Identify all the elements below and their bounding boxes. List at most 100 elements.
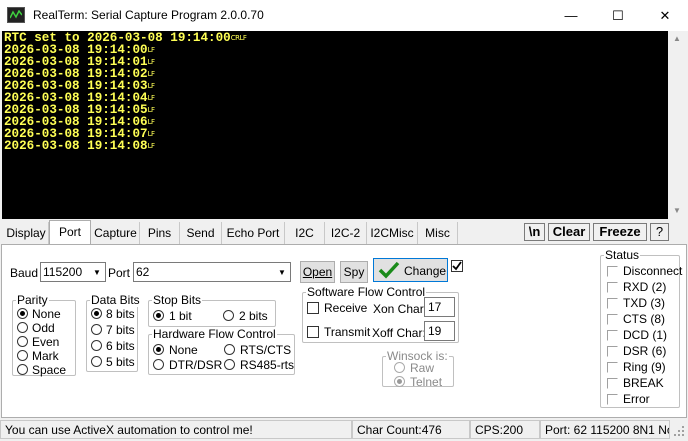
control-char-marker: LF (147, 118, 155, 126)
stop-bits-group: Stop Bits 1 bit 2 bits (148, 293, 276, 327)
tab-port[interactable]: Port (49, 220, 91, 244)
data-bits-5-label: 5 bits (106, 355, 135, 369)
port-value: 62 (136, 265, 150, 279)
winsock-telnet-radio[interactable] (394, 376, 405, 387)
parity-mark-radio[interactable] (17, 350, 28, 361)
winsock-group: Winsock is: Raw Telnet (382, 349, 454, 389)
stop-bits-2-radio[interactable] (223, 310, 234, 321)
tab-i2c-2[interactable]: I2C-2 (325, 222, 367, 244)
stop-bits-1-label: 1 bit (169, 309, 192, 323)
status-dcd-led (607, 330, 618, 341)
chevron-down-icon[interactable]: ▼ (274, 263, 290, 281)
status-message: You can use ActiveX automation to contro… (0, 420, 352, 439)
maximize-button[interactable]: ☐ (595, 0, 641, 31)
status-break-led (607, 378, 618, 389)
parity-none-radio[interactable] (17, 308, 28, 319)
receive-label: Receive (324, 301, 368, 315)
hwflow-rtscts-radio[interactable] (224, 344, 235, 355)
close-button[interactable]: ✕ (642, 0, 688, 31)
xon-char-label: Xon Char: (373, 302, 428, 316)
freeze-button[interactable]: Freeze (593, 223, 647, 241)
xon-char-input[interactable]: 17 (424, 297, 455, 317)
receive-checkbox[interactable] (307, 302, 319, 314)
hwflow-dtrdsr-radio[interactable] (153, 359, 164, 370)
data-bits-title: Data Bits (90, 293, 141, 307)
data-bits-5-radio[interactable] (91, 356, 102, 367)
parity-space-radio[interactable] (17, 364, 28, 375)
open-button[interactable]: Open (300, 261, 335, 283)
hwflow-rs485-label: RS485-rts (240, 358, 295, 372)
tab-display[interactable]: Display (4, 222, 49, 244)
tab-capture[interactable]: Capture (92, 222, 140, 244)
port-label: Port (108, 266, 131, 280)
hwflow-none-radio[interactable] (153, 344, 164, 355)
chevron-down-icon[interactable]: ▼ (89, 263, 105, 281)
status-txd-label: TXD (3) (623, 296, 665, 310)
terminal-output[interactable]: RTC set to 2026-03-08 19:14:00CRLF 2026-0… (2, 31, 668, 219)
spy-button[interactable]: Spy (340, 261, 368, 283)
parity-space-label: Space (32, 363, 67, 377)
transmit-checkbox[interactable] (307, 326, 319, 338)
status-rxd-label: RXD (2) (623, 280, 667, 294)
hwflow-rs485-radio[interactable] (224, 359, 235, 370)
tab-misc[interactable]: Misc (418, 222, 458, 244)
minimize-icon: — (564, 8, 578, 23)
stop-bits-2-label: 2 bits (239, 309, 268, 323)
status-group: Status Disconnect RXD (2) TXD (3) CTS (8… (600, 248, 682, 408)
status-cts-led (607, 314, 618, 325)
realterm-app-icon[interactable] (7, 7, 25, 23)
parity-even-radio[interactable] (17, 336, 28, 347)
status-rxd-led (607, 282, 618, 293)
parity-none-label: None (32, 307, 61, 321)
control-char-marker: LF (147, 142, 155, 150)
hwflow-dtrdsr-label: DTR/DSR (169, 358, 223, 372)
parity-even-label: Even (32, 335, 60, 349)
data-bits-7-radio[interactable] (91, 324, 102, 335)
parity-odd-radio[interactable] (17, 322, 28, 333)
status-error-label: Error (623, 392, 650, 406)
parity-title: Parity (16, 293, 49, 307)
stop-bits-1-radio[interactable] (153, 310, 164, 321)
terminal-line: 2026-03-08 19:14:08LF (4, 140, 246, 153)
data-bits-6-label: 6 bits (106, 339, 135, 353)
window-title: RealTerm: Serial Capture Program 2.0.0.7… (33, 8, 264, 22)
port-select[interactable]: 62 ▼ (133, 262, 291, 282)
software-flow-group: Software Flow Control Receive Xon Char: … (302, 285, 459, 343)
tab-i2c[interactable]: I2C (285, 222, 325, 244)
status-title: Status (604, 248, 641, 262)
status-ring-label: Ring (9) (623, 360, 666, 374)
close-icon: ✕ (659, 7, 671, 23)
tab-i2cmisc[interactable]: I2CMisc (367, 222, 418, 244)
tab-pins[interactable]: Pins (140, 222, 180, 244)
scroll-down-icon[interactable]: ▼ (673, 206, 681, 215)
xoff-char-input[interactable]: 19 (424, 321, 455, 341)
control-char-marker: LF (147, 46, 155, 54)
status-bar: You can use ActiveX automation to contro… (0, 418, 688, 441)
winsock-raw-radio[interactable] (394, 362, 405, 373)
title-bar[interactable]: RealTerm: Serial Capture Program 2.0.0.7… (0, 0, 688, 31)
port-info: Port: 62 115200 8N1 None (540, 420, 670, 439)
data-bits-6-radio[interactable] (91, 340, 102, 351)
tab-echo-port[interactable]: Echo Port (222, 222, 285, 244)
clear-button[interactable]: Clear (548, 223, 590, 241)
parity-odd-label: Odd (32, 321, 55, 335)
change-label: Change (404, 264, 447, 278)
minimize-button[interactable]: — (548, 0, 594, 31)
status-dsr-label: DSR (6) (623, 344, 667, 358)
baud-select[interactable]: 115200 ▼ (40, 262, 106, 282)
help-button[interactable]: ? (650, 223, 669, 241)
newline-button[interactable]: \n (524, 223, 545, 241)
tab-bar: Display Port Capture Pins Send Echo Port… (0, 220, 688, 244)
data-bits-8-radio[interactable] (91, 308, 102, 319)
terminal-scrollbar[interactable]: ▲ ▼ (669, 31, 686, 219)
status-dsr-led (607, 346, 618, 357)
change-button[interactable]: Change (373, 258, 448, 282)
resize-grip-icon[interactable] (673, 425, 685, 437)
data-bits-8-label: 8 bits (106, 307, 135, 321)
tab-send[interactable]: Send (180, 222, 222, 244)
scroll-up-icon[interactable]: ▲ (673, 34, 681, 43)
winsock-raw-label: Raw (410, 361, 435, 375)
hardware-flow-group: Hardware Flow Control None RTS/CTS DTR/D… (148, 327, 295, 375)
winsock-telnet-label: Telnet (410, 375, 443, 389)
change-checkbox[interactable] (451, 260, 463, 272)
